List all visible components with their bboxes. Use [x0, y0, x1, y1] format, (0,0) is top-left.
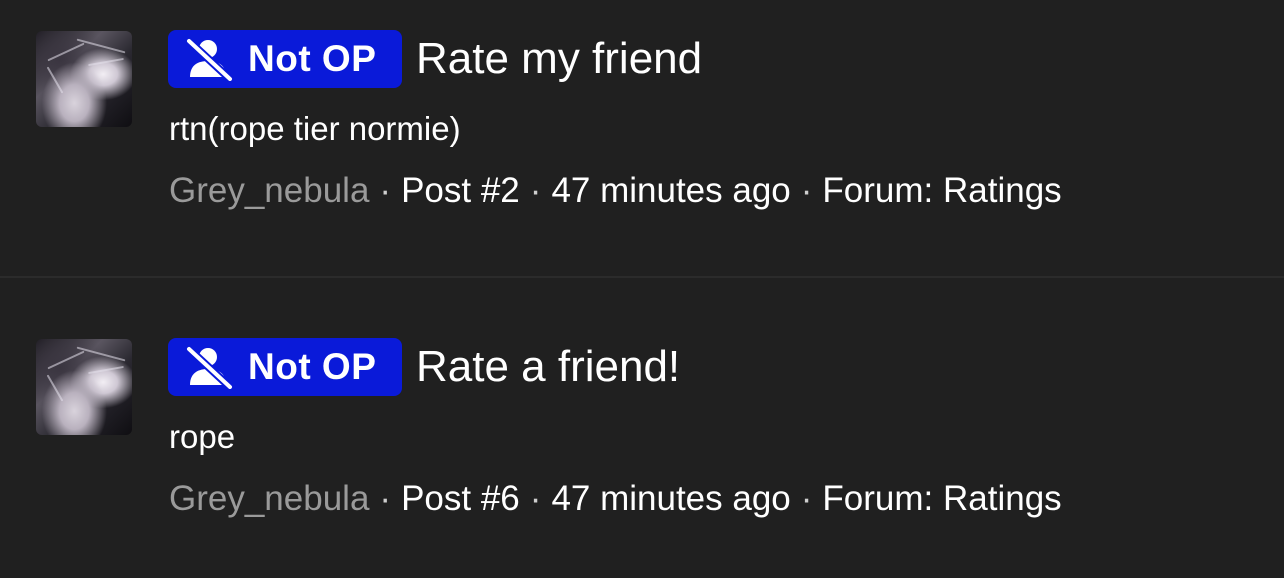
- forum-link[interactable]: Forum: Ratings: [822, 479, 1061, 518]
- badge-label: Not OP: [248, 38, 377, 79]
- avatar[interactable]: [36, 339, 132, 435]
- post-number: Post #6: [401, 479, 520, 518]
- separator: ·: [800, 171, 813, 210]
- post-title[interactable]: Rate a friend!: [416, 342, 680, 392]
- post-time: 47 minutes ago: [551, 479, 791, 518]
- separator: ·: [529, 479, 542, 518]
- user-slash-icon: [186, 345, 234, 389]
- not-op-badge: Not OP: [168, 30, 402, 88]
- not-op-badge: Not OP: [168, 338, 402, 396]
- separator: ·: [529, 171, 542, 210]
- separator: ·: [800, 479, 813, 518]
- post-body: rtn(rope tier normie): [169, 110, 461, 147]
- separator: ·: [379, 479, 392, 518]
- badge-label: Not OP: [248, 346, 377, 387]
- author-link[interactable]: Grey_nebula: [169, 171, 369, 210]
- author-link[interactable]: Grey_nebula: [169, 479, 369, 518]
- post-meta: Grey_nebula · Post #2 · 47 minutes ago · Forum…: [169, 171, 1062, 211]
- post-meta: Grey_nebula · Post #6 · 47 minutes ago · Forum…: [169, 479, 1062, 519]
- post-body: rope: [169, 418, 236, 455]
- post-number: Post #2: [401, 171, 520, 210]
- separator: ·: [379, 171, 392, 210]
- post-item[interactable]: Not OP Rate my friend rtn(rope tier norm…: [0, 0, 1284, 276]
- forum-link[interactable]: Forum: Ratings: [822, 171, 1061, 210]
- user-slash-icon: [186, 37, 234, 81]
- post-item[interactable]: Not OP Rate a friend! rope Grey_nebula · P…: [0, 276, 1284, 578]
- avatar[interactable]: [36, 31, 132, 127]
- post-time: 47 minutes ago: [551, 171, 791, 210]
- post-title[interactable]: Rate my friend: [416, 34, 702, 84]
